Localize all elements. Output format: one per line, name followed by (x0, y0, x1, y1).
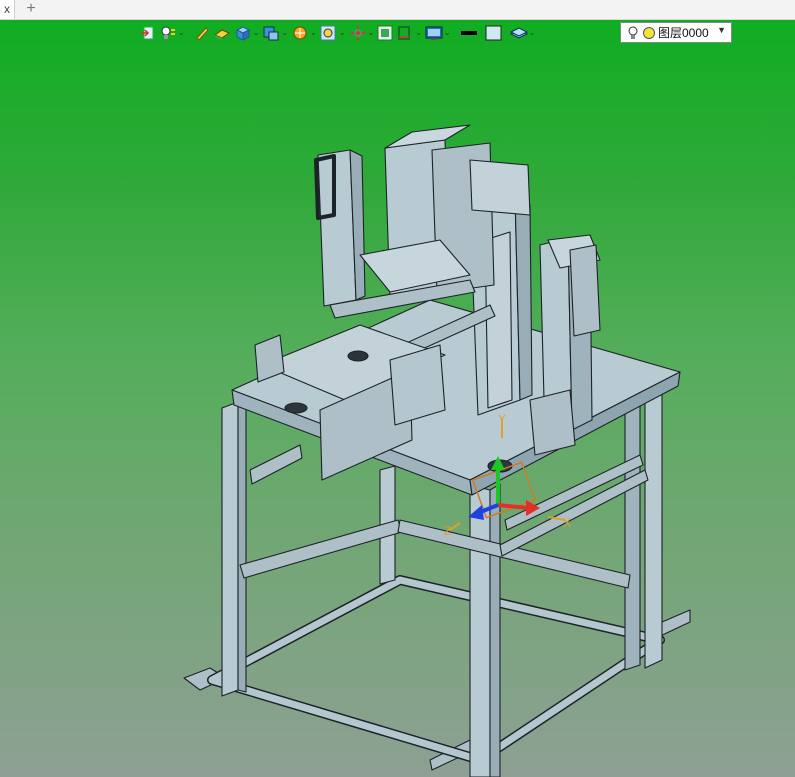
layer-manager-button[interactable]: ⌄ (509, 23, 536, 43)
render-icon (425, 26, 443, 40)
display-mode-button[interactable]: ⌄ (262, 23, 288, 43)
layer-selector[interactable]: 图层0000 ▼ (620, 22, 732, 43)
background-color-button[interactable] (485, 23, 503, 43)
zoom-icon (320, 25, 336, 41)
shading-icon (293, 26, 307, 40)
light-bulb-icon (161, 26, 175, 39)
chevron-down-icon[interactable]: ⌄ (529, 28, 536, 38)
shading-button[interactable]: ⌄ (291, 23, 317, 43)
sketch-exit-icon (141, 26, 154, 40)
display-icon (263, 26, 279, 41)
chevron-down-icon[interactable]: ⌄ (281, 28, 288, 38)
cube-view-icon (235, 26, 250, 41)
pencil-icon (196, 27, 209, 41)
view-toolbar: ⌄ ⌄ ⌄ ⌄ ⌄ ⌄ ⌄ ⌄ ⌄ (140, 23, 538, 43)
eraser-button[interactable] (213, 23, 231, 43)
fit-view-button[interactable] (377, 23, 393, 43)
chevron-down-icon[interactable]: ⌄ (253, 28, 260, 38)
layer-selector-value: 图层0000 (658, 26, 709, 40)
zoom-button[interactable]: ⌄ (320, 23, 346, 43)
axis-label-y: Y (498, 412, 507, 426)
color-swatch-icon (460, 31, 477, 35)
light-bulb-icon (628, 26, 638, 39)
pencil-button[interactable] (194, 23, 210, 43)
layer-visible-icon (643, 26, 655, 39)
chevron-down-icon[interactable]: ⌄ (368, 28, 375, 38)
background-swatch-icon (485, 25, 502, 41)
render-button[interactable]: ⌄ (425, 23, 451, 43)
chevron-down-icon[interactable]: ⌄ (178, 28, 185, 38)
pan-icon (350, 26, 365, 40)
machine-assembly-model[interactable] (0, 0, 795, 777)
sketch-exit-button[interactable] (140, 23, 156, 43)
frame-leg (469, 484, 491, 777)
fit-view-icon (377, 25, 393, 41)
chevron-down-icon[interactable]: ⌄ (415, 28, 422, 38)
chevron-down-icon[interactable]: ▼ (717, 25, 726, 35)
line-color-button[interactable] (460, 23, 478, 43)
axis-label-z: Z (444, 524, 452, 538)
cube-view-button[interactable]: ⌄ (234, 23, 260, 43)
section-button[interactable]: ⌄ (396, 23, 422, 43)
light-button[interactable]: ⌄ (159, 23, 185, 43)
chevron-down-icon[interactable]: ⌄ (310, 28, 317, 38)
frame-leg (644, 387, 663, 669)
chevron-down-icon[interactable]: ⌄ (444, 28, 451, 38)
frame-leg (221, 401, 239, 697)
section-icon (398, 26, 410, 40)
chevron-down-icon[interactable]: ⌄ (339, 28, 346, 38)
left-gantry (317, 149, 357, 307)
eraser-icon (213, 29, 230, 40)
layer-stack-icon (509, 27, 528, 39)
pan-button[interactable]: ⌄ (349, 23, 375, 43)
axis-label-x: X (563, 516, 572, 530)
